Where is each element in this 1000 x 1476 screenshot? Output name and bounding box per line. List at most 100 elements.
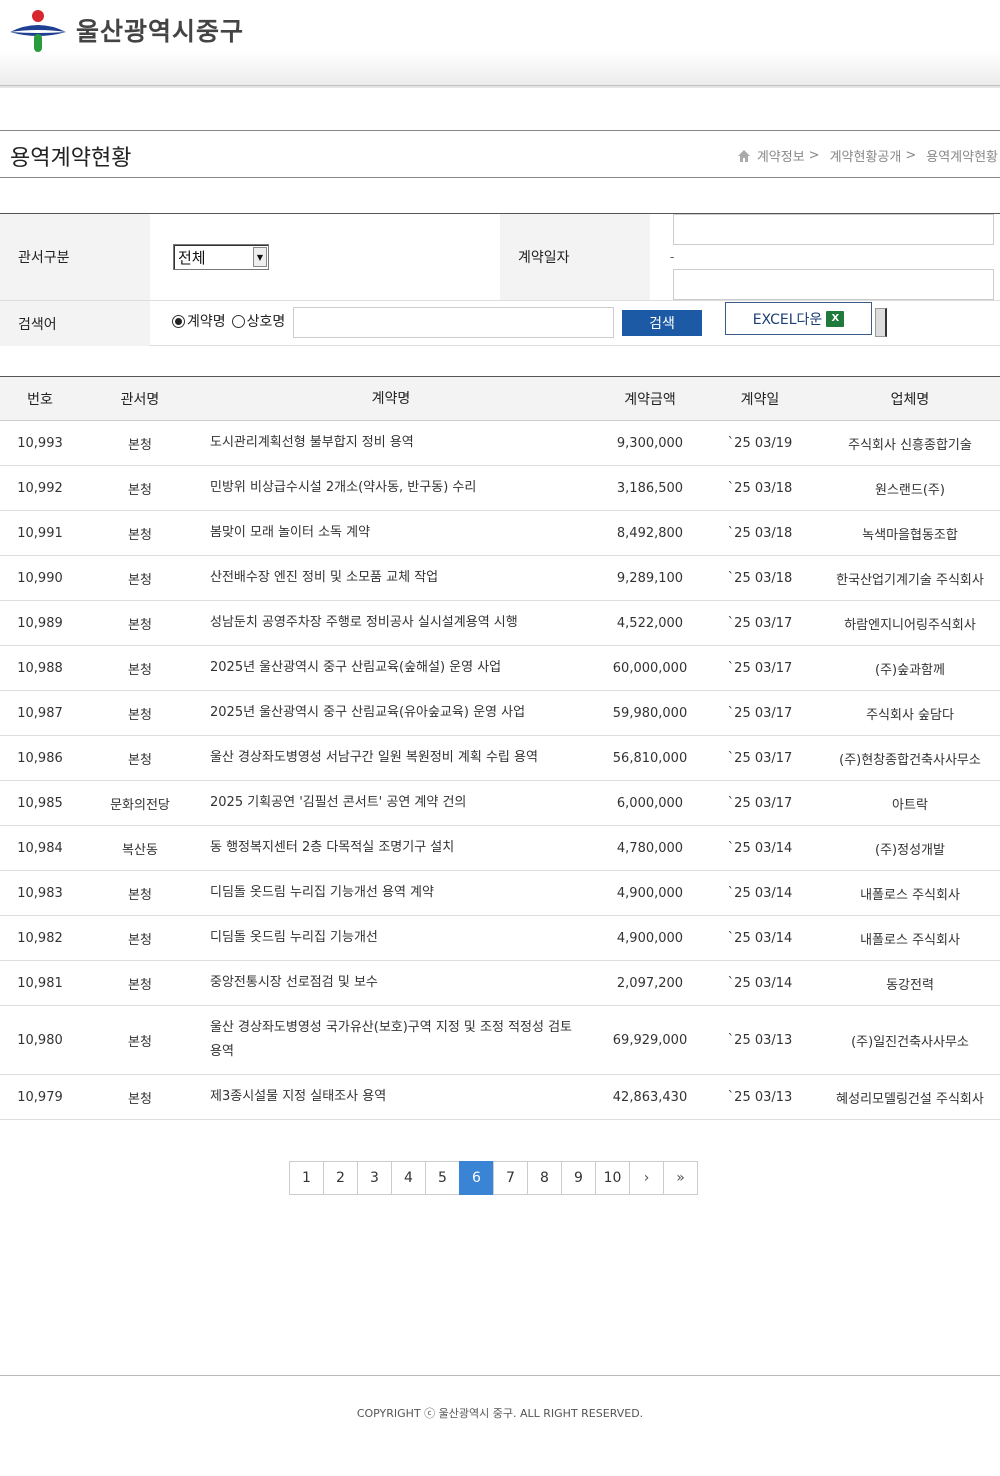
page-7-button[interactable]: 7 [493,1161,528,1195]
cell-contract-name[interactable]: 울산 경상좌도병영성 국가유산(보호)구역 지정 및 조정 적정성 검토 용역 [200,1016,600,1064]
page-5-button[interactable]: 5 [425,1161,460,1195]
cell-date: `25 03/14 [727,975,793,991]
cell-number: 10,988 [17,660,63,676]
cell-contract-name[interactable]: 도시관리계획선형 불부합지 정비 용역 [200,431,600,455]
cell-date: `25 03/19 [727,435,793,451]
cell-contract-name[interactable]: 산전배수장 엔진 정비 및 소모품 교체 작업 [200,566,600,590]
home-icon[interactable] [737,149,751,163]
cell-contract-name[interactable]: 디딤돌 옷드림 누리집 기능개선 [200,926,600,950]
table-row: 10,982 본청 디딤돌 옷드림 누리집 기능개선 4,900,000 `25 03/… [0,916,1000,961]
page-10-button[interactable]: 10 [595,1161,630,1195]
date-start-input[interactable] [673,214,994,245]
search-type-radios: 계약명 상호명 [172,311,285,331]
cell-date: `25 03/17 [727,660,793,676]
cell-contract-name[interactable]: 2025년 울산광역시 중구 산림교육(숲해설) 운영 사업 [200,656,600,680]
date-end-input[interactable] [673,269,994,300]
cell-amount: 4,900,000 [616,930,684,946]
cell-date: `25 03/17 [727,750,793,766]
cell-dept: 본청 [128,527,152,543]
cell-amount: 8,492,800 [616,525,684,541]
cell-number: 10,989 [17,615,63,631]
chevron-down-icon[interactable]: ▼ [253,247,267,267]
page-2-button[interactable]: 2 [323,1161,358,1195]
cell-contract-name[interactable]: 제3종시설물 지정 실태조사 용역 [200,1085,600,1109]
cell-contract-name[interactable]: 2025 기획공연 '김필선 콘서트' 공연 계약 건의 [200,791,600,815]
page-8-button[interactable]: 8 [527,1161,562,1195]
cell-dept: 문화의전당 [110,797,170,813]
dept-select[interactable]: 전체 ▼ [173,244,269,270]
cell-company: (주)일진건축사사무소 [851,1034,969,1050]
cell-number: 10,986 [17,750,63,766]
cell-contract-name[interactable]: 디딤돌 옷드림 누리집 기능개선 용역 계약 [200,881,600,905]
date-label: 계약일자 [500,214,650,300]
cell-contract-name[interactable]: 동 행정복지센터 2층 다목적실 조명기구 설치 [200,836,600,860]
page-6-button[interactable]: 6 [459,1161,494,1195]
table-row: 10,993 본청 도시관리계획선형 불부합지 정비 용역 9,300,000 `25 … [0,421,1000,466]
cell-number: 10,981 [17,975,63,991]
radio-company-name-label[interactable]: 상호명 [247,311,286,331]
logo-icon[interactable] [8,8,68,54]
page-4-button[interactable]: 4 [391,1161,426,1195]
cell-company: 한국산업기계기술 주식회사 [836,572,984,588]
radio-contract-name-label[interactable]: 계약명 [187,311,226,331]
excel-download-label: EXCEL다운 [752,311,823,328]
cell-contract-name[interactable]: 2025년 울산광역시 중구 산림교육(유아숲교육) 운영 사업 [200,701,600,725]
dept-select-value: 전체 [178,249,206,267]
contract-table: 번호 관서명 계약명 계약금액 계약일 업체명 10,993 본청 도시관리계획선형… [0,376,1000,1120]
cell-number: 10,985 [17,795,63,811]
col-header-company: 업체명 [890,391,930,408]
cell-contract-name[interactable]: 중앙전통시장 선로점검 및 보수 [200,971,600,995]
cell-company: 혜성리모델링건설 주식회사 [836,1091,984,1107]
cell-amount: 4,522,000 [616,615,684,631]
table-row: 10,986 본청 울산 경상좌도병영성 서남구간 일원 복원정비 계획 수립 용역… [0,736,1000,781]
cell-amount: 4,900,000 [616,885,684,901]
breadcrumb-item-2[interactable]: 계약현황공개 [830,146,902,165]
cell-amount: 9,300,000 [616,435,684,451]
cell-company: 내폴로스 주식회사 [860,887,960,903]
cell-dept: 본청 [128,662,152,678]
cell-company: 아트락 [892,797,928,813]
pagination: 1 2 3 4 5 6 7 8 9 10 ›» [289,1161,698,1195]
search-row-keyword: 검색어 계약명 상호명 검색 EXCEL다운 X [0,301,1000,346]
cell-number: 10,980 [17,1032,63,1048]
radio-company-name[interactable] [231,314,245,328]
cell-amount: 6,000,000 [616,795,684,811]
radio-contract-name[interactable] [172,314,185,328]
keyword-input[interactable] [293,307,614,338]
table-header: 번호 관서명 계약명 계약금액 계약일 업체명 [0,376,1000,421]
cell-date: `25 03/17 [727,615,793,631]
cell-company: (주)정성개발 [875,842,945,858]
table-row: 10,981 본청 중앙전통시장 선로점검 및 보수 2,097,200 `25 03/… [0,961,1000,1006]
cell-date: `25 03/18 [727,525,793,541]
search-button[interactable]: 검색 [622,310,702,336]
keyword-label: 검색어 [0,301,150,346]
table-row: 10,985 문화의전당 2025 기획공연 '김필선 콘서트' 공연 계약 건의 6… [0,781,1000,826]
cell-contract-name[interactable]: 성남둔치 공영주차장 주행로 정비공사 실시설계용역 시행 [200,611,600,635]
last-page-icon[interactable]: » [663,1161,698,1195]
cell-amount: 56,810,000 [612,750,688,766]
cell-contract-name[interactable]: 울산 경상좌도병영성 서남구간 일원 복원정비 계획 수립 용역 [200,746,600,770]
breadcrumb-item-3[interactable]: 용역계약현황 [926,146,998,165]
cell-number: 10,984 [17,840,63,856]
cell-number: 10,990 [17,570,63,586]
cell-contract-name[interactable]: 봄맞이 모래 놀이터 소독 계약 [200,521,600,545]
cell-number: 10,992 [17,480,63,496]
cell-number: 10,993 [17,435,63,451]
cell-amount: 42,863,430 [612,1089,688,1105]
page-1-button[interactable]: 1 [289,1161,324,1195]
cell-dept: 본청 [128,1034,152,1050]
cell-amount: 2,097,200 [616,975,684,991]
cell-contract-name[interactable]: 민방위 비상급수시설 2개소(약사동, 반구동) 수리 [200,476,600,500]
cell-company: 내폴로스 주식회사 [860,932,960,948]
org-name[interactable]: 울산광역시중구 [76,12,244,48]
breadcrumb-item-1[interactable]: 계약정보 [757,146,805,165]
extra-button[interactable] [875,308,887,337]
next-page-icon[interactable]: › [629,1161,664,1195]
excel-download-button[interactable]: EXCEL다운 X [725,302,872,335]
table-row: 10,979 본청 제3종시설물 지정 실태조사 용역 42,863,430 `25 0… [0,1075,1000,1120]
col-header-date: 계약일 [740,391,780,408]
cell-dept: 복산동 [122,842,158,858]
page-9-button[interactable]: 9 [561,1161,596,1195]
table-row: 10,992 본청 민방위 비상급수시설 2개소(약사동, 반구동) 수리 3,186… [0,466,1000,511]
page-3-button[interactable]: 3 [357,1161,392,1195]
